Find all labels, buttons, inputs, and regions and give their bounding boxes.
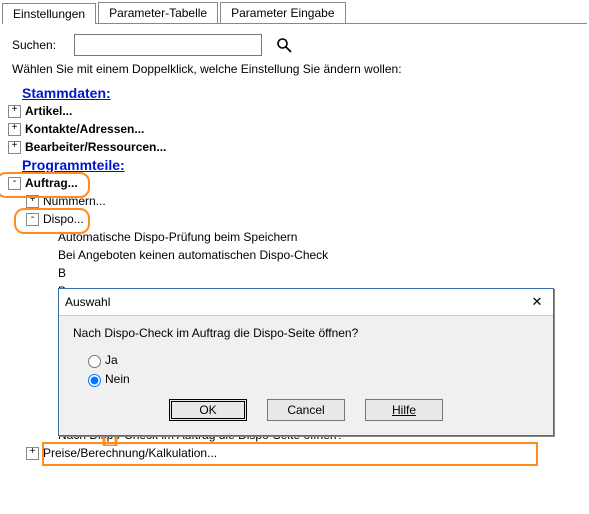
- close-icon[interactable]: ✕: [527, 293, 547, 311]
- node-artikel[interactable]: Artikel...: [25, 104, 72, 118]
- node-bearbeiter[interactable]: Bearbeiter/Ressourcen...: [25, 140, 166, 154]
- node-kontakte[interactable]: Kontakte/Adressen...: [25, 122, 144, 136]
- dialog-auswahl: Auswahl ✕ Nach Dispo-Check im Auftrag di…: [58, 288, 554, 436]
- tab-bar: Einstellungen Parameter-Tabelle Paramete…: [2, 2, 587, 24]
- search-row: Suchen:: [0, 24, 589, 62]
- ok-button[interactable]: OK: [169, 399, 247, 421]
- dialog-question: Nach Dispo-Check im Auftrag die Dispo-Se…: [73, 326, 539, 340]
- search-input[interactable]: [74, 34, 262, 56]
- instruction-text: Wählen Sie mit einem Doppelklick, welche…: [0, 62, 589, 84]
- radio-ja[interactable]: [88, 355, 101, 368]
- cat-stammdaten[interactable]: Stammdaten:: [22, 85, 111, 101]
- radio-nein[interactable]: [88, 374, 101, 387]
- collapse-icon[interactable]: -: [26, 213, 39, 226]
- search-label: Suchen:: [12, 38, 56, 52]
- help-button[interactable]: Hilfe: [365, 399, 443, 421]
- option-ja-label: Ja: [105, 353, 118, 367]
- cat-programmteile[interactable]: Programmteile:: [22, 157, 125, 173]
- tree-item[interactable]: Automatische Dispo-Prüfung beim Speicher…: [58, 230, 297, 244]
- dialog-title: Auswahl: [65, 295, 110, 309]
- tree-item[interactable]: Bei Angeboten keinen automatischen Dispo…: [58, 248, 328, 262]
- expand-icon[interactable]: +: [8, 105, 21, 118]
- cancel-button[interactable]: Cancel: [267, 399, 345, 421]
- node-preise[interactable]: Preise/Berechnung/Kalkulation...: [43, 446, 217, 460]
- option-nein[interactable]: Nein: [83, 371, 539, 387]
- option-nein-label: Nein: [105, 372, 130, 386]
- tab-einstellungen[interactable]: Einstellungen: [2, 3, 96, 24]
- tab-parameter-tabelle[interactable]: Parameter-Tabelle: [98, 2, 218, 23]
- node-dispo[interactable]: Dispo...: [43, 212, 84, 226]
- expand-icon[interactable]: +: [8, 123, 21, 136]
- node-nummern[interactable]: Nummern...: [43, 194, 106, 208]
- expand-icon[interactable]: +: [26, 447, 39, 460]
- node-auftrag[interactable]: Auftrag...: [25, 176, 78, 190]
- collapse-icon[interactable]: -: [8, 177, 21, 190]
- expand-icon[interactable]: +: [8, 141, 21, 154]
- tree-item[interactable]: B: [58, 266, 66, 280]
- search-icon[interactable]: [276, 37, 292, 53]
- expand-icon[interactable]: +: [26, 195, 39, 208]
- option-ja[interactable]: Ja: [83, 352, 539, 368]
- tab-parameter-eingabe[interactable]: Parameter Eingabe: [220, 2, 345, 23]
